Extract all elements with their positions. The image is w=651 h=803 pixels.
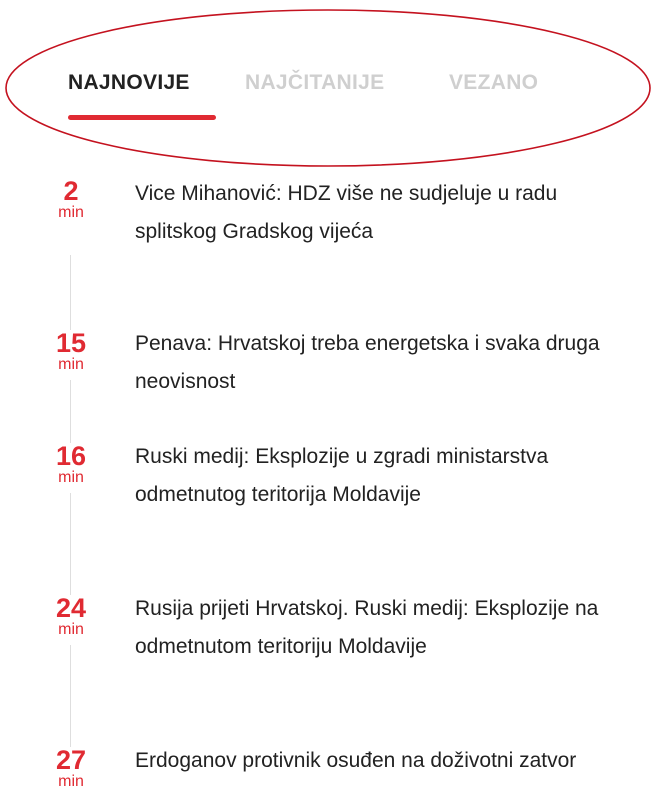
tabs-bar: NAJNOVIJE NAJČITANIJE VEZANO xyxy=(0,0,651,170)
time-value: 2 xyxy=(63,176,79,206)
time-ago: 24 min xyxy=(46,595,96,645)
time-ago: 27 min xyxy=(46,747,96,797)
time-unit: min xyxy=(58,356,84,373)
time-unit: min xyxy=(58,621,84,638)
time-unit: min xyxy=(58,469,84,486)
tab-najnovije[interactable]: NAJNOVIJE xyxy=(68,71,190,95)
time-unit: min xyxy=(58,773,84,790)
time-ago: 16 min xyxy=(46,443,96,493)
news-headline[interactable]: Erdoganov protivnik osuđen na doživotni … xyxy=(135,742,605,780)
time-unit: min xyxy=(58,204,84,221)
news-headline[interactable]: Ruski medij: Eksplozije u zgradi minista… xyxy=(135,438,605,514)
time-value: 15 xyxy=(55,328,87,358)
active-tab-indicator xyxy=(68,115,216,120)
time-value: 24 xyxy=(55,593,87,623)
time-value: 27 xyxy=(55,745,87,775)
news-headline[interactable]: Penava: Hrvatskoj treba energetska i sva… xyxy=(135,325,605,401)
time-ago: 15 min xyxy=(46,330,96,380)
tab-najcitanije[interactable]: NAJČITANIJE xyxy=(245,71,384,95)
tab-vezano[interactable]: VEZANO xyxy=(449,71,538,95)
news-headline[interactable]: Vice Mihanović: HDZ više ne sudjeluje u … xyxy=(135,175,605,251)
time-value: 16 xyxy=(55,441,87,471)
time-ago: 2 min xyxy=(46,178,96,228)
news-headline[interactable]: Rusija prijeti Hrvatskoj. Ruski medij: E… xyxy=(135,590,605,666)
